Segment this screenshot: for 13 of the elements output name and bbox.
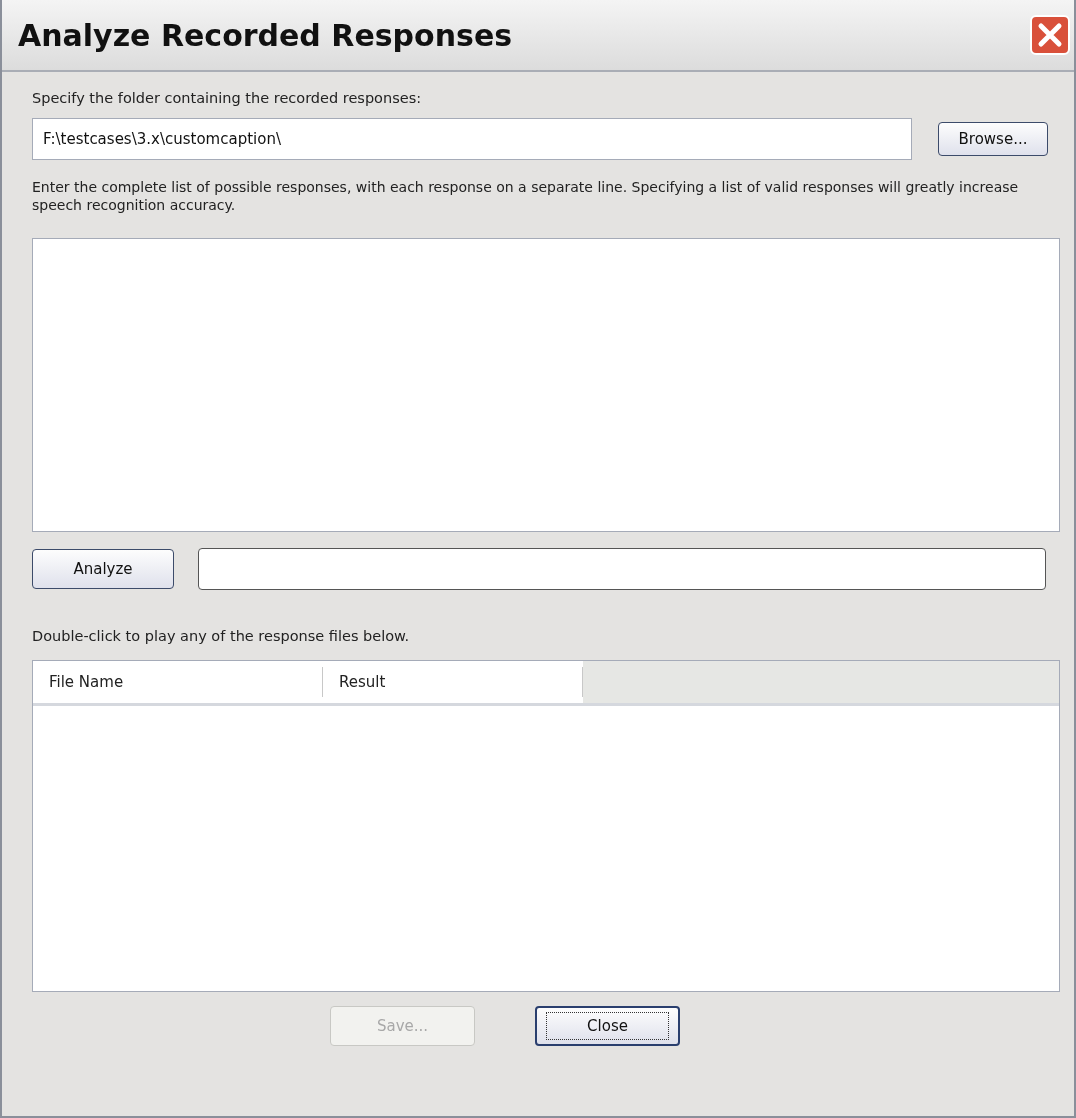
instructions-text: Enter the complete list of possible responses, with each response on a separate line. Specifying a list of valid responses will greatly increase speech recognition accuracy. [32,178,1020,215]
analyze-status-field[interactable] [198,548,1046,591]
files-hint: Double-click to play any of the response files below. [32,628,411,645]
folder-label: Specify the folder containing the recorded responses: [32,90,423,106]
close-icon[interactable] [1030,15,1070,55]
dialog-button[interactable]: Close [535,1006,680,1047]
window-title: Analyze Recorded Responses [18,17,513,53]
responses-field[interactable] [32,238,1060,533]
file-list[interactable]: File Name Result [32,660,1060,993]
folder-path-field[interactable]: F:\testcases\3.x\customcaption\ [32,118,912,160]
analyze-button[interactable]: Analyze [32,549,174,590]
browse-button[interactable]: Browse... [938,122,1048,156]
column-header[interactable]: File Name [33,667,323,698]
